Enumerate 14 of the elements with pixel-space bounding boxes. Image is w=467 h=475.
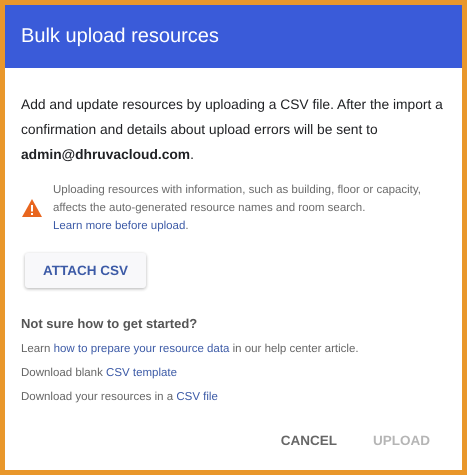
help-line: Learn how to prepare your resource data in our help center article. xyxy=(21,342,360,357)
dialog-action-button[interactable]: CANCEL xyxy=(276,429,341,452)
warning-icon xyxy=(21,198,43,218)
help-line: Download blank CSV template xyxy=(21,366,178,381)
dialog-title: Bulk upload resources xyxy=(5,5,462,68)
help-line: Download your resources in a CSV file xyxy=(21,390,219,405)
help-link[interactable]: how to prepare your resource data xyxy=(54,343,230,355)
learn-more-link[interactable]: Learn more before upload xyxy=(53,220,186,232)
help-link[interactable]: CSV template xyxy=(106,367,177,379)
attach-csv-button[interactable]: ATTACH CSV xyxy=(25,253,146,288)
help-heading: Not sure how to get started? xyxy=(21,316,198,331)
warning-text: Uploading resources with information, such as building, floor or capacity, affects the auto-generated resource names and room search. Learn more before upload. xyxy=(53,183,422,234)
help-link[interactable]: CSV file xyxy=(176,391,218,403)
intro-text: Add and update resources by uploading a CSV file. After the import a confirmation and details about upload errors will be sent to admin@dhruvacloud.com. xyxy=(21,96,444,164)
